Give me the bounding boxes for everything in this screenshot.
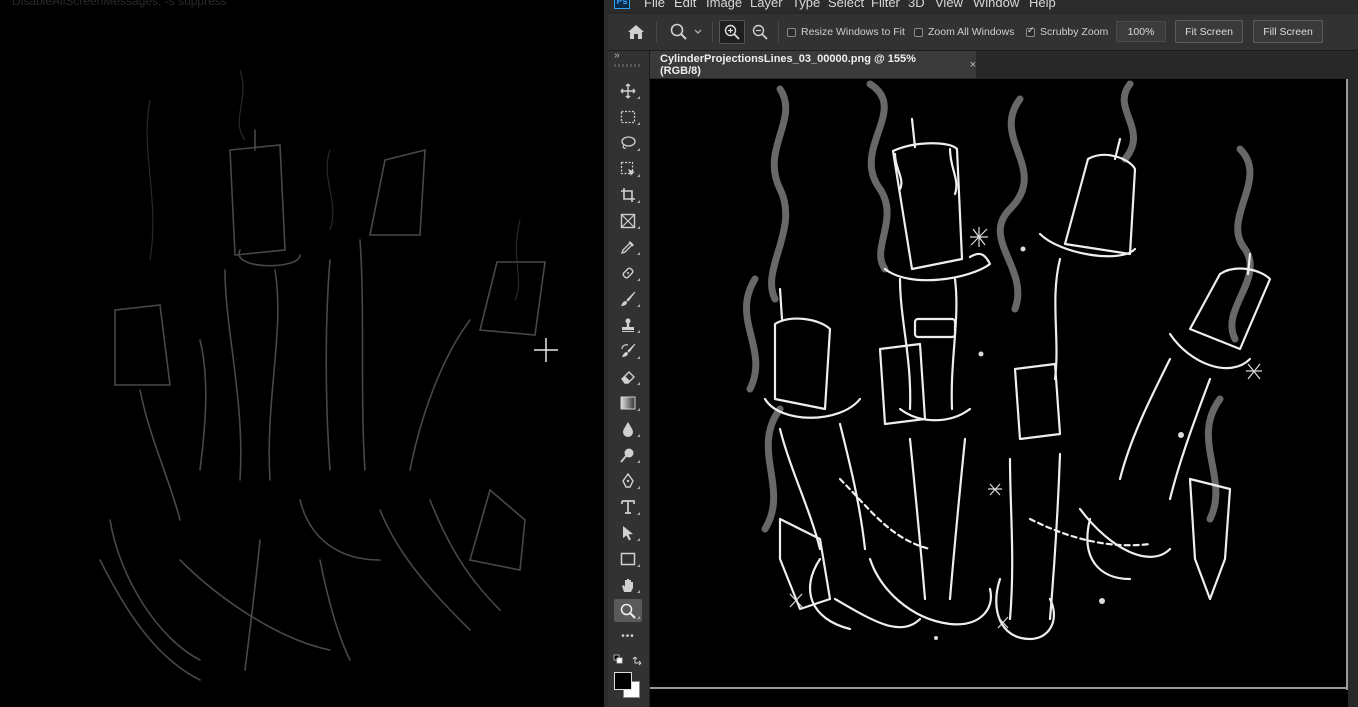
swap-colors-icon[interactable] — [613, 654, 647, 666]
photoshop-logo: Ps — [614, 0, 630, 9]
scrubby-zoom-option[interactable]: Scrubby Zoom — [1026, 25, 1109, 38]
menu-filter[interactable]: Filter — [871, 0, 900, 10]
brush-tool[interactable] — [614, 287, 642, 310]
frame-tool[interactable] — [614, 209, 642, 232]
scrubby-zoom-label: Scrubby Zoom — [1040, 26, 1109, 38]
options-separator — [778, 22, 779, 42]
pointer-icon — [623, 525, 633, 540]
marquee-tool[interactable] — [614, 105, 642, 128]
rectangle-tool[interactable] — [614, 547, 642, 570]
object-select-tool[interactable] — [614, 157, 642, 180]
path-select-tool[interactable] — [614, 521, 642, 544]
options-separator — [656, 22, 657, 42]
hand-icon — [622, 578, 633, 592]
clone-stamp-tool[interactable] — [614, 313, 642, 336]
resize-windows-label: Resize Windows to Fit — [801, 26, 905, 38]
foreground-color-swatch[interactable] — [614, 672, 632, 690]
menu-bar: Ps File Edit Image Layer Type Select Fil… — [608, 0, 1358, 12]
zoom-out-button[interactable] — [747, 20, 773, 44]
zoom-tool-icon — [670, 23, 687, 40]
eyedropper-icon — [620, 240, 634, 254]
photoshop-window: Ps File Edit Image Layer Type Select Fil… — [608, 0, 1358, 707]
zoom-all-windows-checkbox[interactable] — [914, 27, 923, 37]
menu-layer[interactable]: Layer — [750, 0, 783, 10]
lasso-icon — [621, 135, 636, 149]
tool-preset-picker[interactable] — [666, 20, 706, 44]
zoom-in-button[interactable] — [719, 20, 745, 44]
object-select-icon — [620, 161, 635, 176]
resize-windows-option[interactable]: Resize Windows to Fit — [787, 26, 905, 38]
chevron-down-icon — [694, 29, 702, 34]
frame-icon — [620, 213, 636, 228]
hand-tool[interactable] — [614, 573, 642, 596]
menu-edit[interactable]: Edit — [674, 0, 696, 10]
collapse-toolbar-button[interactable]: ›› — [614, 50, 620, 61]
scrubby-zoom-checkbox[interactable] — [1026, 25, 1035, 37]
zoom-all-windows-label: Zoom All Windows — [928, 26, 1015, 38]
menu-window[interactable]: Window — [973, 0, 1019, 10]
magnifier-icon — [620, 603, 636, 619]
gradient-icon — [620, 396, 636, 409]
eraser-icon — [621, 370, 635, 384]
healing-brush-tool[interactable] — [614, 261, 642, 284]
marquee-icon — [620, 110, 636, 123]
dodge-icon — [620, 448, 634, 463]
drop-icon — [623, 421, 633, 437]
type-tool[interactable] — [614, 495, 642, 518]
zoom-tool[interactable] — [614, 599, 642, 622]
move-tool[interactable] — [614, 79, 642, 102]
zoom-all-windows-option[interactable]: Zoom All Windows — [914, 26, 1014, 38]
menu-3d[interactable]: 3D — [908, 0, 925, 10]
crop-tool[interactable] — [614, 183, 642, 206]
brush-icon — [621, 291, 636, 306]
history-brush-icon — [621, 343, 636, 357]
blur-tool[interactable] — [614, 417, 642, 440]
document-tab[interactable]: CylinderProjectionsLines_03_00000.png @ … — [650, 51, 976, 78]
type-icon — [621, 499, 635, 514]
move-icon — [620, 83, 636, 98]
canvas-bottom-edge — [650, 687, 1348, 689]
lasso-tool[interactable] — [614, 131, 642, 154]
pen-tool[interactable] — [614, 469, 642, 492]
document-canvas[interactable] — [650, 79, 1348, 707]
rectangle-icon — [620, 552, 636, 565]
pasteboard — [650, 690, 1348, 707]
vertical-scrollbar[interactable] — [1348, 79, 1358, 707]
toolbar-grip[interactable] — [614, 64, 642, 67]
dodge-tool[interactable] — [614, 443, 642, 466]
more-icon: ••• — [621, 631, 635, 642]
eraser-tool[interactable] — [614, 365, 642, 388]
menu-help[interactable]: Help — [1029, 0, 1056, 10]
gradient-tool[interactable] — [614, 391, 642, 414]
menu-file[interactable]: File — [644, 0, 665, 10]
options-separator — [712, 22, 713, 42]
tab-strip — [976, 51, 1358, 78]
crosshair-cursor — [534, 338, 558, 362]
home-button[interactable] — [623, 20, 649, 44]
menu-view[interactable]: View — [935, 0, 963, 10]
menu-select[interactable]: Select — [828, 0, 864, 10]
history-brush-tool[interactable] — [614, 339, 642, 362]
zoom-in-icon — [724, 24, 740, 40]
bandage-icon — [622, 266, 634, 279]
menu-image[interactable]: Image — [706, 0, 742, 10]
menu-type[interactable]: Type — [792, 0, 820, 10]
eyedropper-tool[interactable] — [614, 235, 642, 258]
home-icon — [628, 25, 644, 39]
fill-screen-button[interactable]: Fill Screen — [1253, 20, 1323, 43]
crop-icon — [621, 187, 635, 202]
render-viewport[interactable]: DisableAllScreenMessages; -s suppress — [0, 0, 606, 707]
chandelier-line-art — [742, 80, 1272, 641]
tools-panel: ›› ••• — [608, 50, 650, 707]
fit-screen-button[interactable]: Fit Screen — [1175, 20, 1243, 43]
pen-icon — [622, 472, 634, 488]
zoom-percentage-field[interactable]: 100% — [1116, 21, 1166, 42]
stamp-icon — [622, 318, 634, 332]
resize-windows-checkbox[interactable] — [787, 27, 796, 37]
zoom-out-icon — [752, 24, 768, 40]
options-bar: Resize Windows to Fit Zoom All Windows S… — [608, 14, 1358, 51]
document-area: CylinderProjectionsLines_03_00000.png @ … — [650, 51, 1358, 707]
document-tab-title: CylinderProjectionsLines_03_00000.png @ … — [660, 52, 916, 77]
edit-toolbar-button[interactable]: ••• — [614, 625, 642, 648]
